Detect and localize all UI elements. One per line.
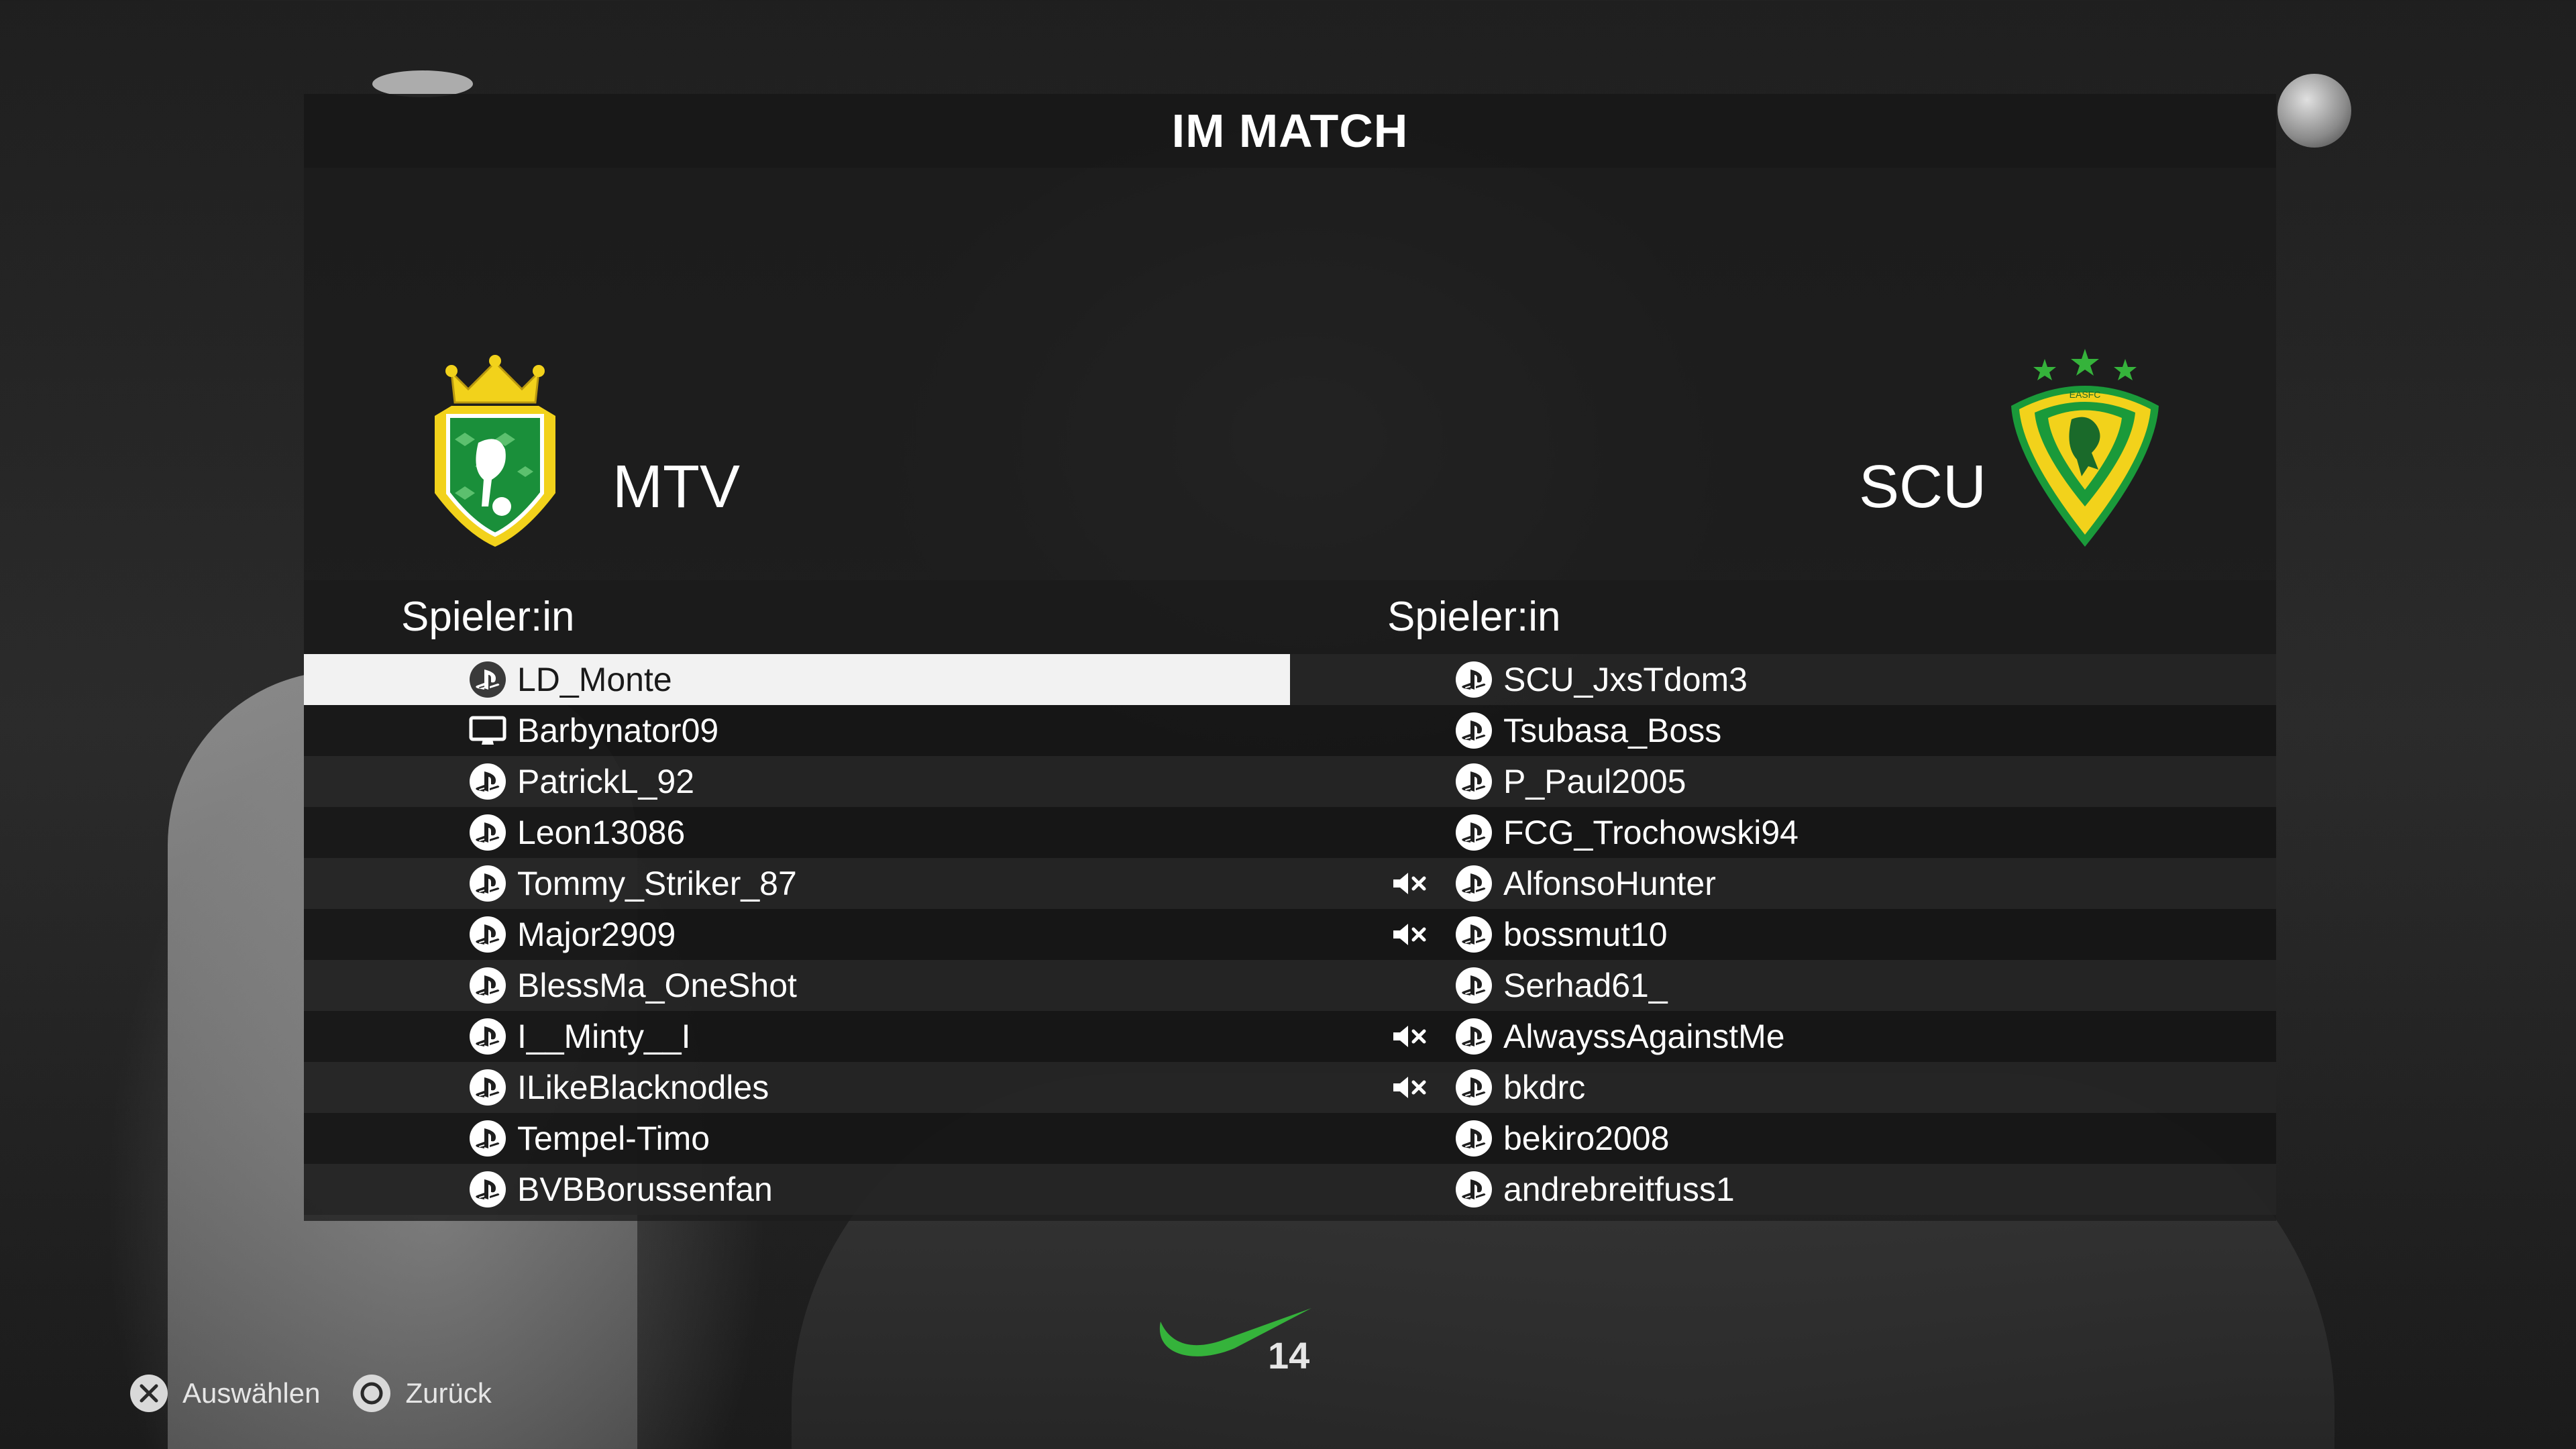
player-row[interactable]: Serhad61_	[1290, 960, 2276, 1011]
player-row[interactable]: andrebreitfuss1	[1290, 1164, 2276, 1215]
playstation-icon	[470, 1120, 506, 1157]
player-row[interactable]: PatrickL_92	[304, 756, 1290, 807]
away-player-list: Spieler:in SCU_JxsTdom3 Tsubasa_Boss P_Pau…	[1290, 580, 2276, 1215]
player-row[interactable]: LD_Monte	[304, 654, 1290, 705]
mute-icon	[1393, 924, 1426, 945]
away-column-header: Spieler:in	[1290, 580, 2276, 654]
player-name: Barbynator09	[517, 712, 719, 749]
player-row[interactable]: bkdrc	[1290, 1062, 2276, 1113]
playstation-icon	[1456, 1120, 1492, 1157]
player-name: bkdrc	[1503, 1069, 1586, 1106]
playstation-icon	[1456, 916, 1492, 953]
player-name: BVBBorussenfan	[517, 1171, 773, 1208]
player-name: Tsubasa_Boss	[1503, 712, 1722, 749]
cross-button-icon	[130, 1375, 168, 1412]
pc-icon	[469, 716, 506, 745]
footer-controls: Auswählen Zurück	[127, 1370, 522, 1417]
playstation-icon	[1456, 814, 1492, 851]
player-row[interactable]: SCU_JxsTdom3	[1290, 654, 2276, 705]
playstation-icon	[470, 763, 506, 800]
playstation-icon	[1456, 865, 1492, 902]
background-knob	[2277, 74, 2351, 148]
player-row[interactable]: bossmut10	[1290, 909, 2276, 960]
playstation-icon	[470, 1069, 506, 1106]
background-jersey-number: 14	[1268, 1334, 1310, 1377]
player-row[interactable]: BlessMa_OneShot	[304, 960, 1290, 1011]
home-team-name: MTV	[612, 453, 740, 521]
mute-icon	[1393, 873, 1426, 894]
player-name: Major2909	[517, 916, 676, 953]
playstation-icon	[1456, 1018, 1492, 1055]
player-name: ILikeBlacknodles	[517, 1069, 769, 1106]
playstation-icon	[470, 1171, 506, 1208]
scu-crest-icon: EASFC	[2011, 349, 2159, 547]
playstation-icon	[1456, 712, 1492, 749]
select-button-label: Auswählen	[182, 1377, 321, 1409]
mtv-crest-icon	[435, 355, 555, 547]
player-name: Leon13086	[517, 814, 686, 851]
background-lamp	[372, 70, 473, 97]
player-name: andrebreitfuss1	[1503, 1171, 1735, 1208]
player-name: Tommy_Striker_87	[517, 865, 797, 902]
circle-button-icon	[353, 1375, 391, 1412]
player-name: I__Minty__I	[517, 1018, 691, 1055]
playstation-icon	[470, 1018, 506, 1055]
playstation-icon	[470, 661, 506, 698]
playstation-icon	[1456, 967, 1492, 1004]
player-row[interactable]: ILikeBlacknodles	[304, 1062, 1290, 1113]
player-name: Tempel-Timo	[517, 1120, 710, 1157]
team-header-area: MTV SCU EASFC	[304, 168, 2276, 580]
player-name: PatrickL_92	[517, 763, 695, 800]
player-name: BlessMa_OneShot	[517, 967, 797, 1004]
svg-text:EASFC: EASFC	[2070, 389, 2101, 400]
playstation-icon	[1456, 1171, 1492, 1208]
player-name: Serhad61_	[1503, 967, 1668, 1004]
playstation-icon	[1456, 763, 1492, 800]
player-row[interactable]: Tempel-Timo	[304, 1113, 1290, 1164]
player-row[interactable]: bekiro2008	[1290, 1113, 2276, 1164]
player-name: P_Paul2005	[1503, 763, 1686, 800]
player-name: bossmut10	[1503, 916, 1668, 953]
back-button[interactable]: Zurück	[350, 1372, 492, 1415]
home-player-list: Spieler:in LD_Monte Barbynator09 PatrickL_…	[304, 580, 1290, 1215]
back-button-label: Zurück	[405, 1377, 492, 1409]
player-row[interactable]: FCG_Trochowski94	[1290, 807, 2276, 858]
player-row[interactable]: P_Paul2005	[1290, 756, 2276, 807]
playstation-icon	[470, 865, 506, 902]
player-name: AlfonsoHunter	[1503, 865, 1716, 902]
player-row[interactable]: Leon13086	[304, 807, 1290, 858]
player-row[interactable]: Major2909	[304, 909, 1290, 960]
playstation-icon	[470, 814, 506, 851]
mute-icon	[1393, 1026, 1426, 1047]
player-row[interactable]: Tommy_Striker_87	[304, 858, 1290, 909]
playstation-icon	[1456, 661, 1492, 698]
player-row[interactable]: AlfonsoHunter	[1290, 858, 2276, 909]
match-players-panel: IM MATCH MTV SCU EASFC Spieler:in LD_Mon…	[304, 94, 2276, 1221]
player-row[interactable]: Tsubasa_Boss	[1290, 705, 2276, 756]
select-button[interactable]: Auswählen	[127, 1372, 320, 1415]
playstation-icon	[1456, 1069, 1492, 1106]
away-team-name: SCU	[1859, 453, 1987, 521]
player-row[interactable]: AlwayssAgainstMe	[1290, 1011, 2276, 1062]
player-row[interactable]: I__Minty__I	[304, 1011, 1290, 1062]
home-column-header: Spieler:in	[304, 580, 1290, 654]
playstation-icon	[470, 967, 506, 1004]
mute-icon	[1393, 1077, 1426, 1098]
player-name: LD_Monte	[517, 661, 672, 698]
page-title: IM MATCH	[304, 94, 2276, 168]
player-name: FCG_Trochowski94	[1503, 814, 1799, 851]
player-name: AlwayssAgainstMe	[1503, 1018, 1785, 1055]
player-name: SCU_JxsTdom3	[1503, 661, 1748, 698]
player-row[interactable]: BVBBorussenfan	[304, 1164, 1290, 1215]
player-name: bekiro2008	[1503, 1120, 1670, 1157]
player-row[interactable]: Barbynator09	[304, 705, 1290, 756]
playstation-icon	[470, 916, 506, 953]
